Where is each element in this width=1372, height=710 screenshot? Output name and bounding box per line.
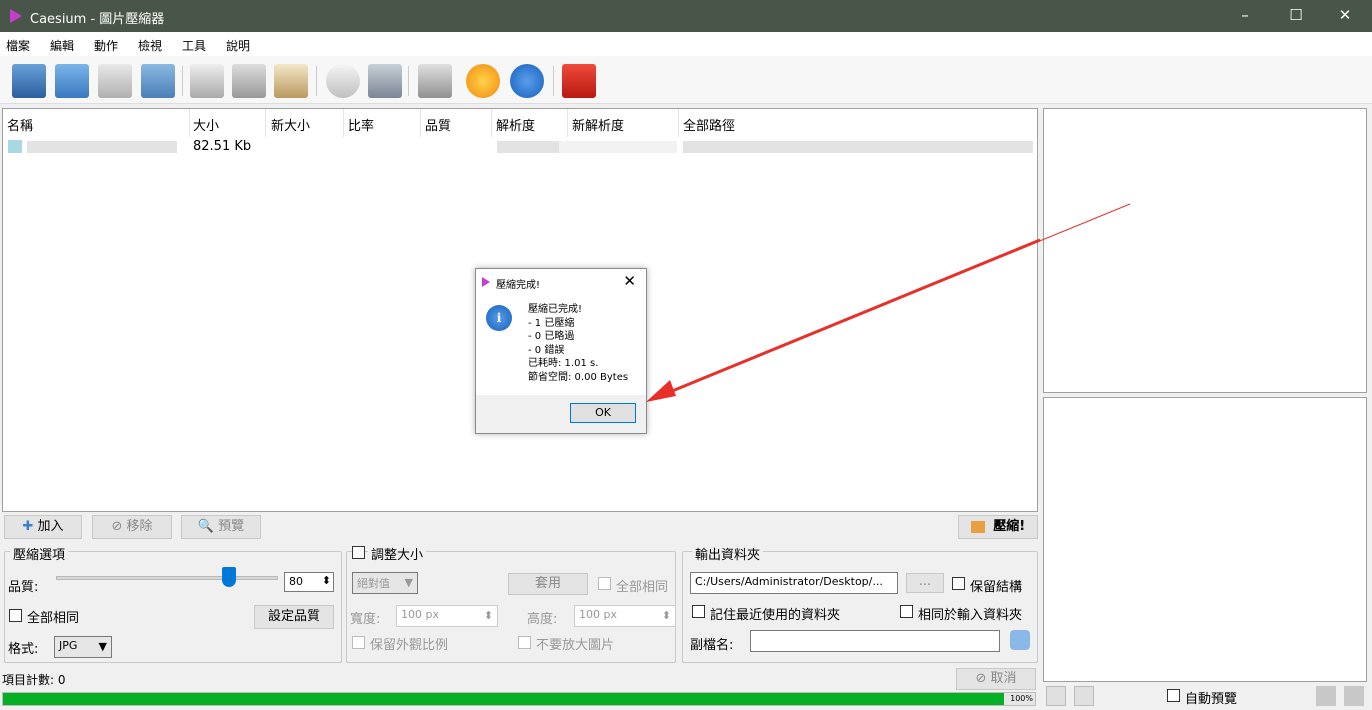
dialog-footer: OK [476,395,646,433]
ok-button[interactable]: OK [570,403,636,423]
dialog-message: 壓縮已完成! - 1 已壓縮 - 0 已略過 - 0 錯誤 已耗時: 1.01 … [528,304,629,383]
dialog-title: 壓縮完成! [496,280,541,291]
dialog-close-button[interactable]: ✕ [623,272,636,290]
info-icon: i [486,305,512,331]
annotation-arrow [646,203,1131,402]
caesium-logo-icon [482,277,490,287]
compression-complete-dialog: 壓縮完成! ✕ i 壓縮已完成! - 1 已壓縮 - 0 已略過 - 0 錯誤 … [475,268,647,434]
